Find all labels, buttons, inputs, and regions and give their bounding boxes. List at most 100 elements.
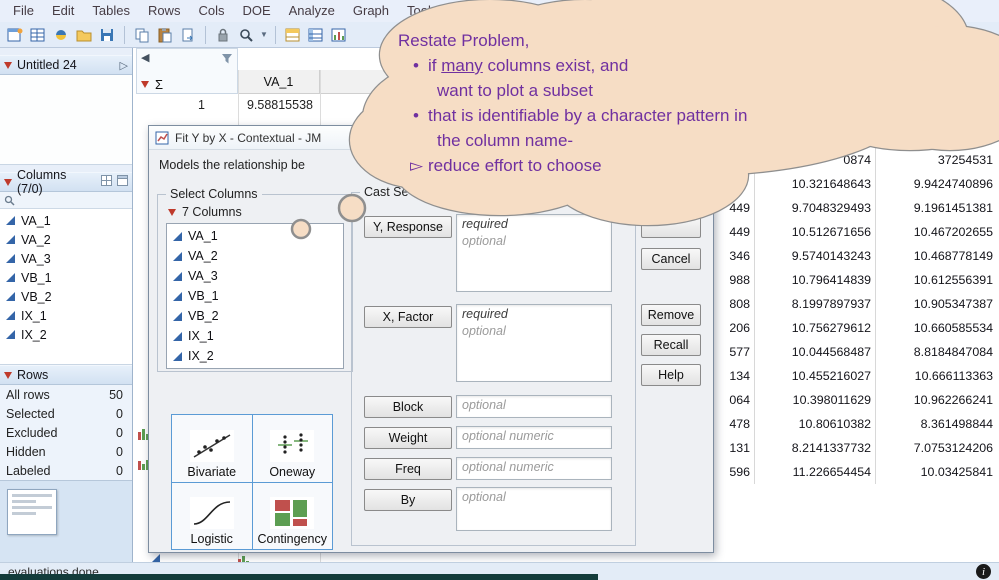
red-triangle-menu-icon[interactable] [4,62,12,69]
menu-file[interactable]: File [4,0,43,22]
window-thumbnail[interactable] [7,489,57,535]
ok-button[interactable] [641,216,701,238]
table-row[interactable]: 06410.39801162910.962266241 [713,388,997,412]
oneway-launcher[interactable]: Oneway [253,415,333,482]
table-row[interactable]: 13410.45521602710.666113363 [713,364,997,388]
menu-doe[interactable]: DOE [233,0,279,22]
x-factor-field[interactable]: required optional [456,304,612,382]
column-item[interactable]: IX_2 [167,346,343,366]
logistic-launcher[interactable]: Logistic [172,483,252,550]
table-cell[interactable]: 478 [713,412,755,436]
open-folder-icon[interactable] [74,25,94,45]
menu-view[interactable]: View [509,0,555,22]
new-journal-icon[interactable] [5,25,25,45]
by-field[interactable]: optional [456,487,612,531]
duplicate-icon[interactable] [178,25,198,45]
info-icon[interactable]: i [976,564,991,579]
block-button[interactable]: Block [364,396,452,418]
column-item[interactable]: VA_1 [0,211,132,230]
cancel-button[interactable]: Cancel [641,248,701,270]
filter-icon[interactable] [222,53,233,68]
column-item[interactable]: IX_2 [0,325,132,344]
red-triangle-menu-icon[interactable] [168,209,176,216]
column-header-va1[interactable]: VA_1 [238,70,320,93]
table-cell[interactable]: 10.756279612 [755,316,876,340]
table-cell[interactable]: 9.1961451381 [876,196,997,220]
column-item[interactable]: VA_2 [0,230,132,249]
table-cell[interactable]: 10.044568487 [755,340,876,364]
report-table-icon[interactable] [283,25,303,45]
table-cell[interactable]: 10.796414839 [755,268,876,292]
column-item[interactable]: VB_2 [0,287,132,306]
red-triangle-menu-icon[interactable] [141,81,149,88]
table-row[interactable]: 47810.806103828.361498844 [713,412,997,436]
table-cell[interactable]: 596 [713,460,755,484]
table-cell[interactable]: 8.2141337732 [755,436,876,460]
table-row[interactable]: 1318.21413377327.0753124206 [713,436,997,460]
block-field[interactable]: optional [456,395,612,418]
table-cell[interactable]: 988 [713,268,755,292]
columns-count-header[interactable]: 7 Columns [168,205,242,219]
freq-field[interactable]: optional numeric [456,457,612,480]
table-cell[interactable]: 9.5740143243 [755,244,876,268]
menu-edit[interactable]: Edit [43,0,83,22]
menu-window[interactable]: Wind [555,0,603,22]
save-icon[interactable] [97,25,117,45]
remove-button[interactable]: Remove [641,304,701,326]
table-cell[interactable]: 10.962266241 [876,388,997,412]
table-row[interactable]: 59611.22665445410.03425841 [713,460,997,484]
paste-icon[interactable] [155,25,175,45]
collapse-panel-icon[interactable]: ◀ [141,51,149,64]
table-cell[interactable]: 10.03425841 [876,460,997,484]
by-button[interactable]: By [364,489,452,511]
copy-icon[interactable] [132,25,152,45]
table-cell[interactable]: 10.612556391 [876,268,997,292]
menu-analyze[interactable]: Analyze [280,0,344,22]
columns-settings-icon[interactable] [117,175,128,189]
column-item[interactable]: VA_1 [167,226,343,246]
table-row[interactable]: 20610.75627961210.660585534 [713,316,997,340]
table-row[interactable]: 44910.51267165610.467202655 [713,220,997,244]
table-cell[interactable]: 10.455216027 [755,364,876,388]
menu-rows[interactable]: Rows [139,0,190,22]
column-item[interactable]: VA_2 [167,246,343,266]
script-icon[interactable] [51,25,71,45]
table-cell[interactable]: 9.7048329493 [755,196,876,220]
table-row[interactable]: 98810.79641483910.612556391 [713,268,997,292]
table-cell[interactable]: 808 [713,292,755,316]
chart-table-icon[interactable] [329,25,349,45]
column-item[interactable]: VB_2 [167,306,343,326]
column-item[interactable]: IX_1 [167,326,343,346]
table-row[interactable]: 4499.70483294939.1961451381 [713,196,997,220]
column-item[interactable]: VB_1 [167,286,343,306]
table-cell[interactable]: 10.468778149 [876,244,997,268]
table-cell[interactable]: 206 [713,316,755,340]
columns-panel-header[interactable]: Columns (7/0) [0,172,132,192]
table-row[interactable]: 57710.0445684878.8184847084 [713,340,997,364]
table-cell[interactable]: 10.905347387 [876,292,997,316]
table-row[interactable]: 8088.199789793710.905347387 [713,292,997,316]
freq-button[interactable]: Freq [364,458,452,480]
column-item[interactable]: VA_3 [0,249,132,268]
zoom-dropdown-caret-icon[interactable]: ▼ [260,30,268,39]
table-cell[interactable]: 11.226654454 [755,460,876,484]
table-cell[interactable]: 346 [713,244,755,268]
red-triangle-menu-icon[interactable] [4,372,12,379]
menu-graph[interactable]: Graph [344,0,398,22]
table-row[interactable]: 3469.574014324310.468778149 [713,244,997,268]
weight-field[interactable]: optional numeric [456,426,612,449]
summary-table-icon[interactable] [306,25,326,45]
row-number[interactable]: 1 [136,94,238,116]
menu-tools[interactable]: Tools [398,0,446,22]
table-cell[interactable]: 134 [713,364,755,388]
table-panel-header[interactable]: Untitled 24 ▷ [0,55,132,75]
table-cell[interactable]: 064 [713,388,755,412]
table-cell[interactable]: 8.8184847084 [876,340,997,364]
table-cell[interactable]: 577 [713,340,755,364]
table-cell[interactable]: 10.660585534 [876,316,997,340]
weight-button[interactable]: Weight [364,427,452,449]
recall-button[interactable]: Recall [641,334,701,356]
columns-grid-icon[interactable] [101,175,112,189]
help-button[interactable]: Help [641,364,701,386]
column-item[interactable]: VA_3 [167,266,343,286]
